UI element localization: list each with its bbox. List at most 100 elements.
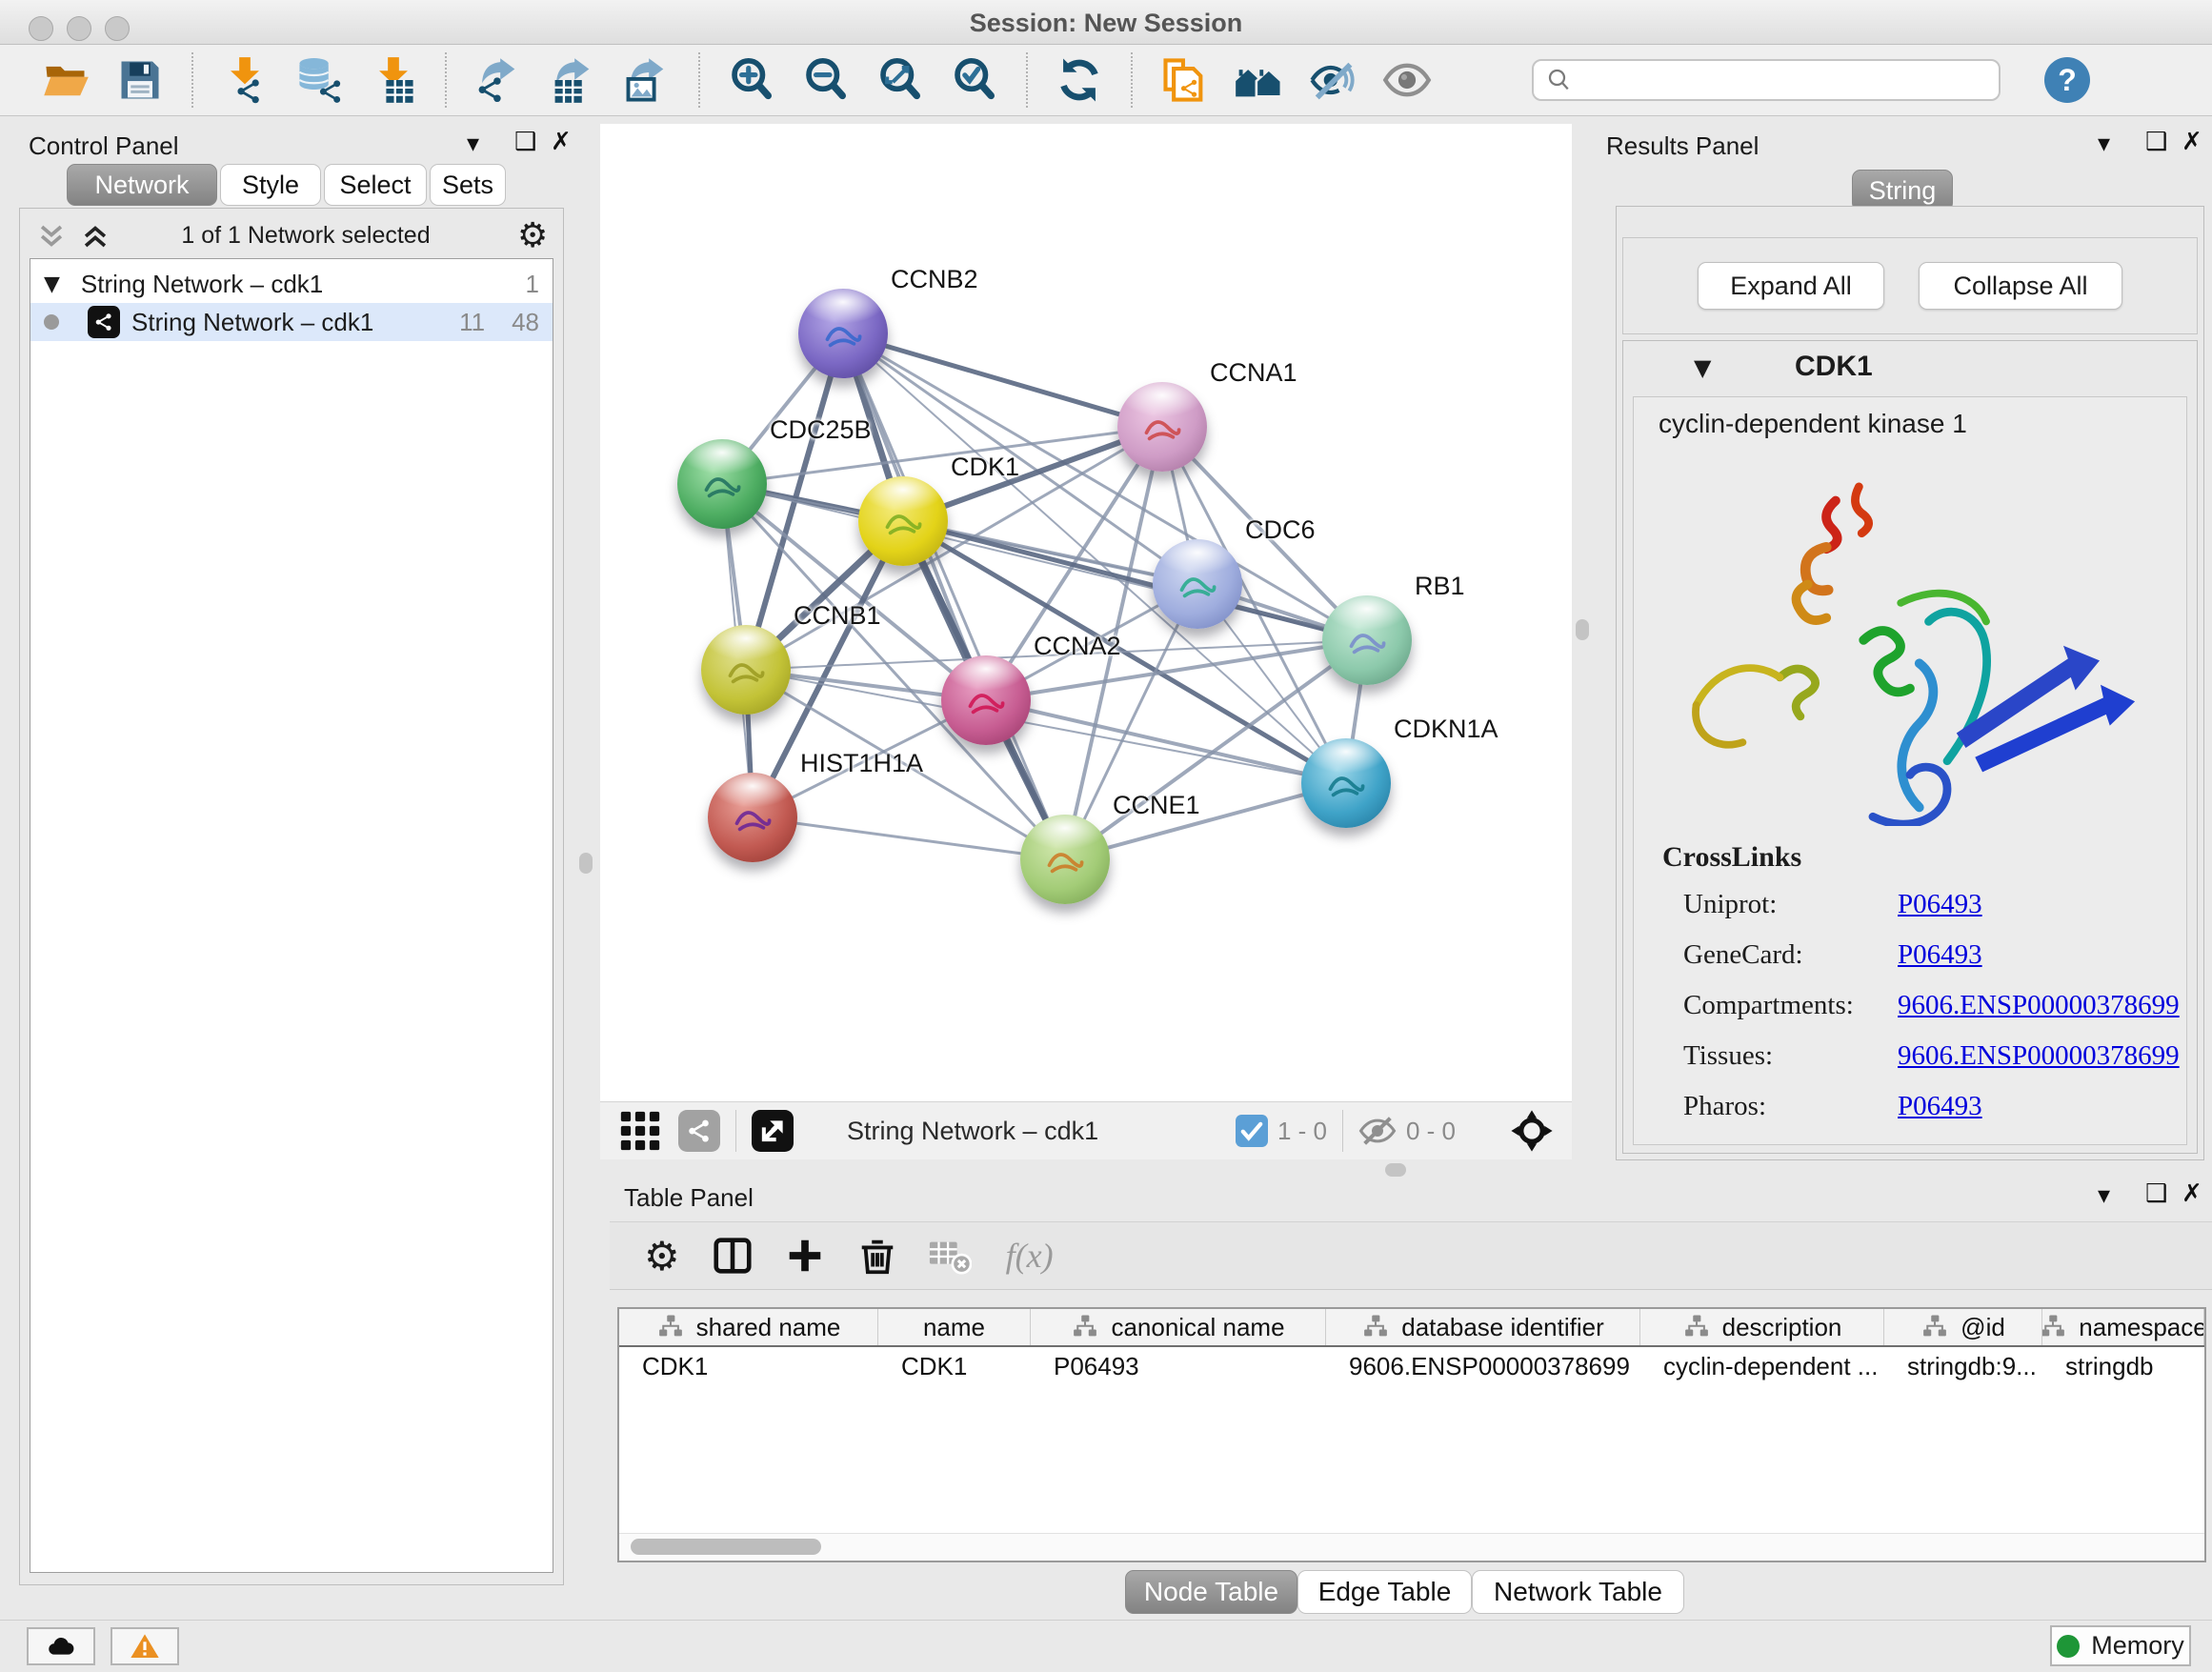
memory-button[interactable]: Memory [2050,1625,2191,1666]
export-network-icon[interactable] [473,55,523,105]
left-splitter-handle[interactable] [579,853,593,874]
tab-node-table[interactable]: Node Table [1125,1570,1297,1614]
cell-description[interactable]: cyclin-dependent ... [1640,1352,1884,1381]
zoom-out-icon[interactable] [801,55,851,105]
node-CDC6[interactable] [1153,539,1242,629]
selected-nodes-checkbox-icon[interactable] [1236,1115,1268,1147]
node-CDKN1A[interactable] [1301,738,1391,828]
collapse-all-networks-icon[interactable] [35,220,68,259]
table-row[interactable]: CDK1CDK1P064939606.ENSP00000378699cyclin… [619,1347,2204,1385]
cell-namespace[interactable]: stringdb [2042,1352,2204,1381]
panel-close-icon[interactable]: ✗ [2182,1179,2202,1208]
column-header-shared-name[interactable]: shared name [619,1309,878,1345]
crosslink-link[interactable]: P06493 [1898,889,2186,920]
scrollbar-thumb[interactable] [631,1539,821,1555]
add-column-icon[interactable] [783,1234,827,1278]
cell-canonical-name[interactable]: P06493 [1031,1352,1326,1381]
warning-status-button[interactable] [111,1627,179,1665]
grid-view-icon[interactable] [619,1110,661,1152]
hidden-eye-icon[interactable] [1358,1112,1397,1150]
zoom-fit-icon[interactable] [875,55,925,105]
delete-column-trash-icon[interactable] [855,1234,899,1278]
zoom-in-icon[interactable] [727,55,776,105]
table-settings-gear-icon[interactable]: ⚙ [644,1233,680,1279]
column-header--id[interactable]: @id [1884,1309,2042,1345]
column-header-canonical-name[interactable]: canonical name [1031,1309,1326,1345]
cloud-status-button[interactable] [27,1627,95,1665]
expand-all-button[interactable]: Expand All [1698,262,1884,310]
cell-database-identifier[interactable]: 9606.ENSP00000378699 [1326,1352,1640,1381]
panel-menu-icon[interactable]: ▾ [2098,1181,2110,1210]
node-CCNE1[interactable] [1020,815,1110,904]
entry-collapse-icon[interactable]: ▼ [1694,354,1711,381]
import-table-icon[interactable] [369,55,418,105]
right-splitter-handle[interactable] [1576,619,1589,640]
save-session-icon[interactable] [115,55,165,105]
panel-close-icon[interactable]: ✗ [2182,128,2202,156]
cell-shared-name[interactable]: CDK1 [619,1352,878,1381]
network-options-gear-icon[interactable]: ⚙ [517,216,548,255]
export-image-icon[interactable] [622,55,672,105]
hide-selected-icon[interactable] [1308,55,1357,105]
help-button[interactable]: ? [2044,57,2090,103]
column-header-namespace[interactable]: namespace [2042,1309,2204,1345]
node-CCNB1[interactable] [701,625,791,715]
edge-HIST1H1A-CCNE1[interactable] [753,817,1065,859]
export-table-icon[interactable] [548,55,597,105]
string-results-body: Expand All Collapse All ▼ CDK1 cyclin-de… [1616,206,2204,1160]
horizontal-scrollbar[interactable] [619,1533,2204,1561]
panel-float-icon[interactable]: ❑ [2145,1179,2167,1208]
function-builder-icon[interactable]: f(x) [1006,1236,1054,1276]
panel-menu-icon[interactable]: ▾ [2098,130,2110,158]
panel-close-icon[interactable]: ✗ [551,128,572,156]
crosslink-link[interactable]: P06493 [1898,939,2186,971]
node-CDK1[interactable] [858,476,948,566]
column-header-description[interactable]: description [1640,1309,1884,1345]
crosslink-link[interactable]: 9606.ENSP00000378699 [1898,1040,2186,1072]
network-tree-root-row[interactable]: ▼ String Network – cdk1 1 [30,265,553,303]
home-view-icon[interactable] [1234,55,1283,105]
open-in-new-window-icon[interactable] [752,1110,794,1152]
node-CCNB2[interactable] [798,289,888,378]
edge-CCNB2-CCNA1[interactable] [843,333,1162,427]
tab-select[interactable]: Select [324,164,427,206]
search-input[interactable] [1532,59,2001,101]
tree-expander-icon[interactable]: ▼ [44,272,60,296]
collapse-all-button[interactable]: Collapse All [1919,262,2122,310]
panel-float-icon[interactable]: ❑ [2145,128,2167,156]
node-HIST1H1A[interactable] [708,773,797,862]
column-header-database-identifier[interactable]: database identifier [1326,1309,1640,1345]
crosslink-link[interactable]: P06493 [1898,1091,2186,1122]
horizontal-splitter-handle[interactable] [1385,1163,1406,1177]
node-CCNA1[interactable] [1117,382,1207,472]
refresh-layout-icon[interactable] [1055,55,1104,105]
import-database-icon[interactable] [294,55,344,105]
tab-network[interactable]: Network [67,164,217,206]
zoom-selected-icon[interactable] [950,55,999,105]
node-RB1[interactable] [1322,595,1412,685]
duplicate-network-icon[interactable] [1159,55,1209,105]
network-canvas[interactable]: CCNB2CCNA1CDC25BCDK1CDC6RB1CCNB1CCNA2CDK… [600,124,1572,1101]
network-tree-child-row[interactable]: String Network – cdk1 11 48 [30,303,553,341]
crosslink-link[interactable]: 9606.ENSP00000378699 [1898,990,2186,1021]
edge-CCNA2-CDKN1A[interactable] [986,700,1346,783]
tab-network-table[interactable]: Network Table [1472,1570,1684,1614]
panel-menu-icon[interactable]: ▾ [467,130,479,158]
tab-style[interactable]: Style [220,164,321,206]
tab-sets[interactable]: Sets [430,164,506,206]
column-header-name[interactable]: name [878,1309,1031,1345]
cell-name[interactable]: CDK1 [878,1352,1031,1381]
show-all-eye-icon[interactable] [1382,55,1432,105]
delete-table-icon[interactable] [928,1234,972,1278]
open-session-icon[interactable] [41,55,90,105]
node-CCNA2[interactable] [941,655,1031,745]
cell--id[interactable]: stringdb:9... [1884,1352,2042,1381]
node-CDC25B[interactable] [677,439,767,529]
expand-all-networks-icon[interactable] [79,220,111,259]
panel-float-icon[interactable]: ❑ [514,128,536,156]
split-columns-icon[interactable] [711,1234,754,1278]
tab-edge-table[interactable]: Edge Table [1297,1570,1472,1614]
network-share-view-icon[interactable] [678,1110,720,1152]
birdseye-crosshair-icon[interactable] [1509,1108,1555,1154]
import-network-icon[interactable] [220,55,270,105]
